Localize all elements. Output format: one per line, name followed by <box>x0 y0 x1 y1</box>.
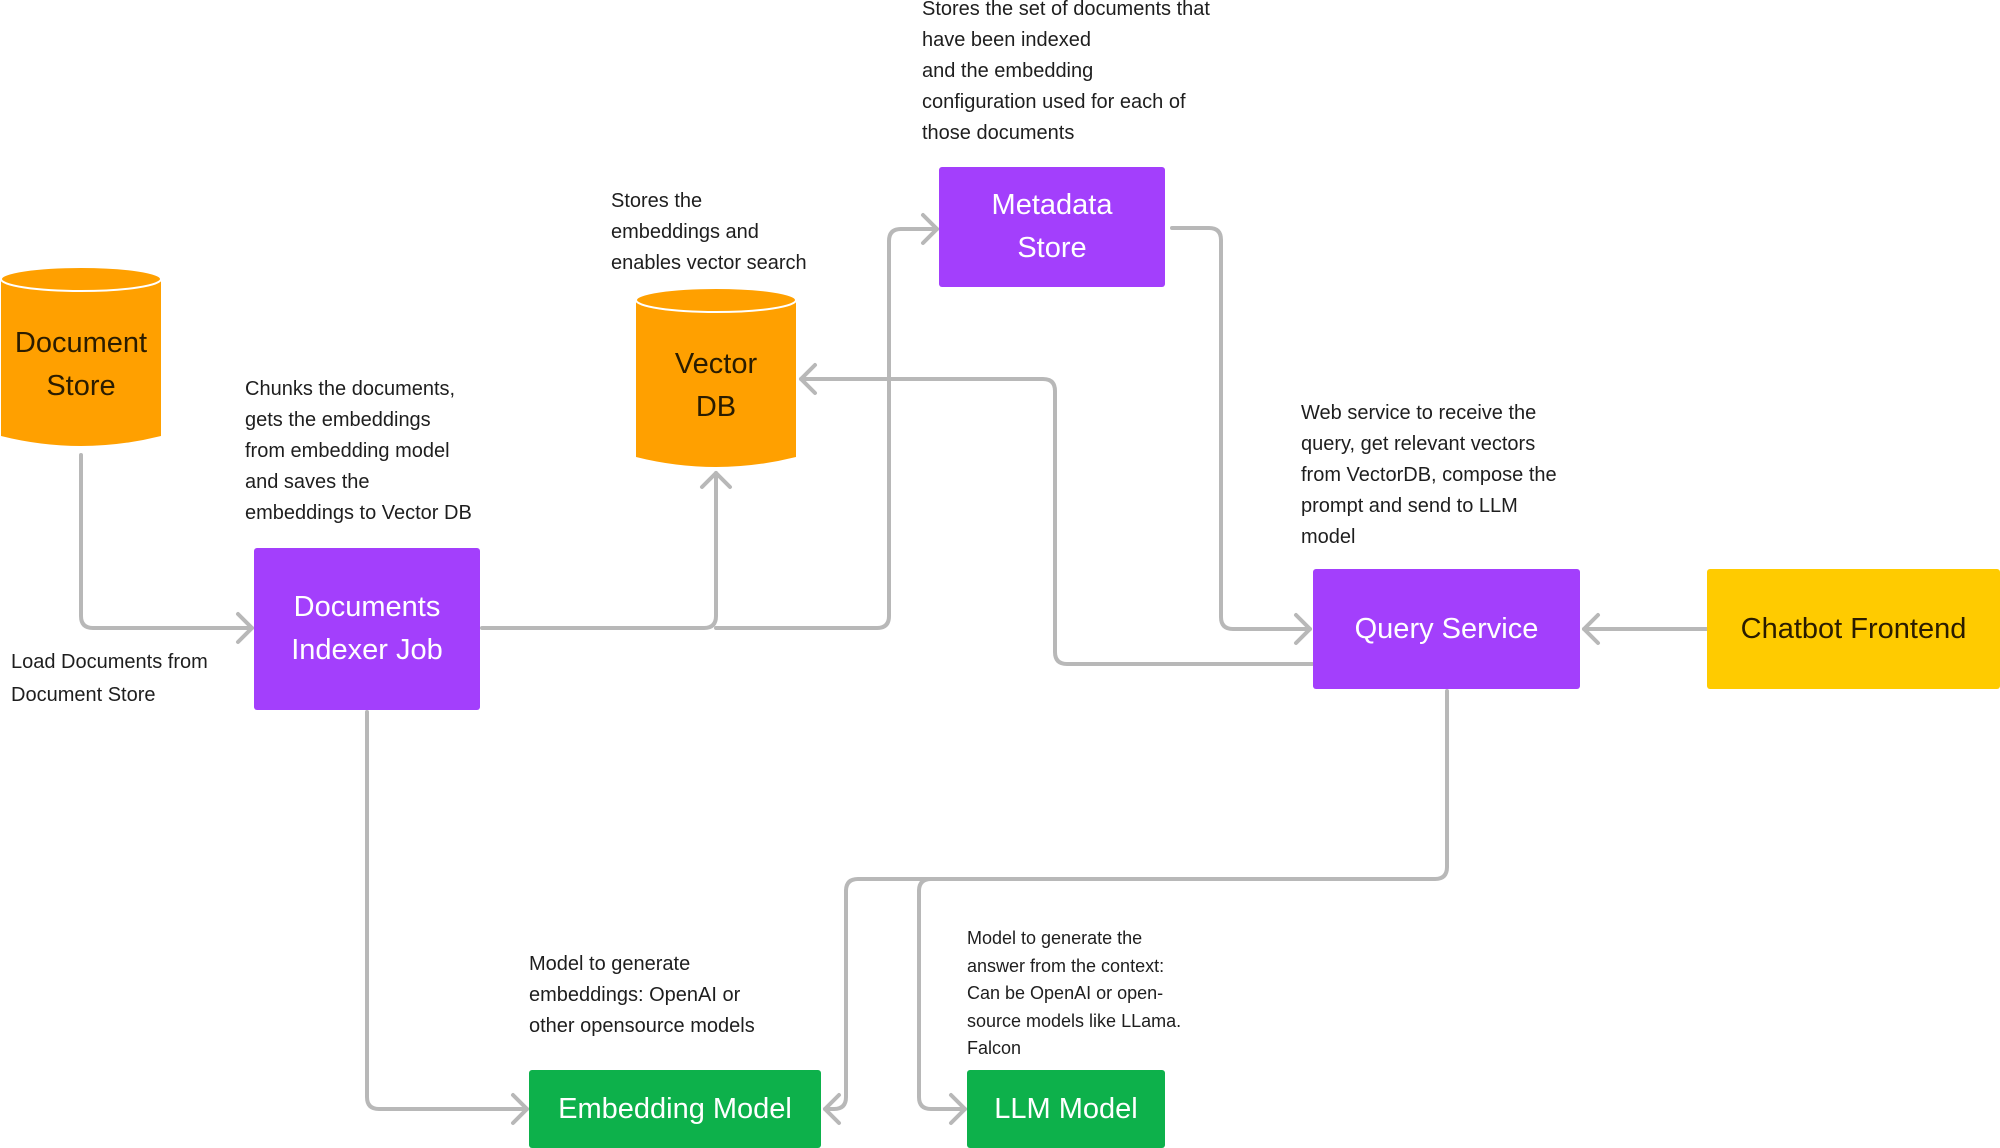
llm-model-note: Model to generate the answer from the co… <box>967 928 1182 1058</box>
llm-model-node[interactable]: LLM Model <box>967 1070 1165 1148</box>
query-service-node[interactable]: Query Service <box>1313 569 1580 689</box>
indexer-job-label: Documents Indexer Job <box>291 591 443 666</box>
document-store-node[interactable]: Document Store <box>0 266 162 450</box>
load-documents-note: Load Documents from Document Store <box>11 651 208 706</box>
vector-db-label: Vector DB <box>674 348 758 423</box>
query-service-label: Query Service <box>1354 612 1539 645</box>
indexer-job-note: Chunks the documents, gets the embedding… <box>245 378 472 524</box>
vector-db-node[interactable]: Vector DB <box>635 287 797 471</box>
metadata-store-node[interactable]: Metadata Store <box>939 167 1165 287</box>
edge-indexer-to-vector-db <box>480 471 718 630</box>
document-store-label: Document Store <box>14 327 148 402</box>
embedding-model-label: Embedding Model <box>558 1092 792 1125</box>
chatbot-frontend-label: Chatbot Frontend <box>1740 612 1967 645</box>
metadata-store-note: Stores the set of documents that have be… <box>922 0 1210 144</box>
query-service-note: Web service to receive the query, get re… <box>1301 402 1557 548</box>
edge-indexer-to-embedding <box>365 710 529 1111</box>
indexer-job-node[interactable]: Documents Indexer Job <box>254 548 480 710</box>
embedding-model-node[interactable]: Embedding Model <box>529 1070 821 1148</box>
edge-document-store-to-indexer <box>79 453 254 630</box>
vector-db-note: Stores the embeddings and enables vector… <box>611 190 807 274</box>
metadata-store-label: Metadata Store <box>991 189 1113 264</box>
embedding-model-note: Model to generate embeddings: OpenAI or … <box>529 953 755 1037</box>
llm-model-label: LLM Model <box>994 1092 1138 1125</box>
edge-metadata-to-query-service <box>1170 226 1312 631</box>
edge-query-service-to-llm <box>917 877 967 1111</box>
chatbot-frontend-node[interactable]: Chatbot Frontend <box>1707 569 2000 689</box>
edge-query-service-to-vector-db <box>799 377 1314 666</box>
